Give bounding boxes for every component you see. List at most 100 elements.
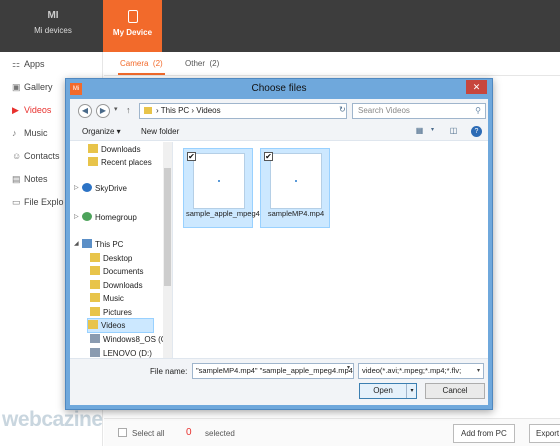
file-name: sampleMP4.mp4 [267,209,325,218]
address-bar[interactable]: › This PC › Videos [139,103,347,119]
command-bar: Organize ▾ New folder ▦ ▾ ◫ ? [70,123,488,141]
drive-icon [90,348,100,357]
tree-item-pictures[interactable]: Pictures [90,306,132,319]
tree-scrollbar[interactable] [163,142,172,358]
tree-item-skydrive[interactable]: SkyDrive [82,182,127,195]
nav-my-device[interactable]: My Device [103,0,162,52]
cloud-icon [82,183,92,192]
tab-label: Camera [120,59,149,68]
tree-item-windows8-os[interactable]: Windows8_OS (C [90,333,167,346]
bottom-action-bar: Select all 0 selected Add from PC Export [104,418,560,446]
open-button[interactable]: Open ▾ [359,383,417,399]
address-row: ◀ ▶ ▾ ↑ › This PC › Videos ↻ Search Vide… [70,99,488,123]
tree-item-desktop[interactable]: Desktop [90,252,132,265]
export-button[interactable]: Export [529,424,560,443]
search-placeholder: Search Videos [358,106,410,115]
mi-logo-icon: MI [47,10,59,21]
tree-item-label: Homegroup [95,213,137,222]
file-name-dropdown-icon[interactable]: ▾ [347,364,350,371]
expand-chevron-icon[interactable]: ▷ [74,184,79,191]
forward-arrow-icon[interactable]: ▶ [96,104,110,118]
choose-files-dialog: Mi Choose files ✕ ◀ ▶ ▾ ↑ › This PC › Vi… [65,78,493,410]
search-input[interactable]: Search Videos ⚲ [352,103,486,119]
sidebar-item-notes[interactable]: ▤ Notes [12,171,48,187]
open-split-chevron-icon[interactable]: ▾ [406,384,417,398]
top-bar: MI Mi devices My Device [0,0,560,52]
tab-other[interactable]: Other (2) [185,59,219,68]
sidebar-item-videos[interactable]: ▶ Videos [12,102,51,118]
view-dropdown-icon[interactable]: ▾ [427,126,438,136]
tab-camera[interactable]: Camera (2) [118,59,165,75]
recent-locations-chevron-icon[interactable]: ▾ [114,105,118,113]
select-all-checkbox[interactable] [118,428,127,437]
file-name-input[interactable]: "sampleMP4.mp4" "sample_apple_mpeg4.mp4" [192,363,354,379]
apps-icon: ⚏ [12,59,21,69]
tree-item-downloads-pc[interactable]: Downloads [90,279,143,292]
add-from-pc-button[interactable]: Add from PC [453,424,515,443]
dialog-title: Choose files [251,83,307,94]
up-arrow-icon[interactable]: ↑ [126,105,131,115]
new-folder-button[interactable]: New folder [141,127,179,136]
tree-item-label: Music [103,294,124,303]
sidebar-item-file-explorer[interactable]: ▭ File Explo [12,194,64,210]
folder-icon [88,157,98,166]
file-item[interactable]: ✔ sample_apple_mpeg4.mp4 [183,148,277,228]
tree-item-label: Videos [101,321,126,330]
file-checkbox[interactable]: ✔ [187,152,196,161]
file-item[interactable]: ✔ sampleMP4.mp4 [260,148,330,228]
tree-item-label: LENOVO (D:) [103,349,152,358]
nav-mi-devices-label: Mi devices [34,26,72,35]
nav-mi-devices[interactable]: MI Mi devices [24,0,82,52]
tree-item-downloads[interactable]: Downloads [88,143,141,156]
tree-item-label: Desktop [103,254,133,263]
organize-button[interactable]: Organize ▾ [82,127,121,136]
folder-icon [88,144,98,153]
file-name-label: File name: [150,367,188,376]
tree-scrollbar-thumb[interactable] [164,168,171,286]
expand-chevron-icon[interactable]: ▷ [74,213,79,220]
select-all-label[interactable]: Select all [132,429,164,438]
selected-label: selected [205,429,235,438]
view-options-icon[interactable]: ▦ [414,126,425,136]
cancel-button[interactable]: Cancel [425,383,485,399]
sidebar-item-label: File Explo [24,197,64,207]
tree-item-label: Windows8_OS (C [103,335,167,344]
tree-item-label: Documents [103,267,144,276]
tree-item-videos[interactable]: Videos [86,318,155,333]
close-icon[interactable]: ✕ [466,80,487,94]
navigation-tree: Downloads Recent places ▷ SkyDrive ▷ Hom… [70,142,173,358]
tree-item-documents[interactable]: Documents [90,265,143,278]
sidebar-item-label: Gallery [24,82,53,92]
back-arrow-icon[interactable]: ◀ [78,104,92,118]
music-icon: ♪ [12,128,17,138]
file-type-select[interactable]: video(*.avi;*.mpeg;*.mp4;*.flv; ▾ [358,363,484,379]
open-button-label: Open [373,386,393,395]
refresh-icon[interactable]: ↻ [339,105,346,114]
folder-icon [90,280,100,289]
sidebar-item-label: Notes [24,174,48,184]
video-file-thumbnail [270,153,322,209]
tab-count: (2) [209,59,220,68]
sidebar-item-music[interactable]: ♪ Music [12,125,48,141]
tree-item-homegroup[interactable]: Homegroup [82,211,137,224]
file-name: sample_apple_mpeg4.mp4 [186,209,277,218]
help-icon[interactable]: ? [471,126,482,137]
address-path: This PC › Videos [160,106,221,115]
tree-item-music[interactable]: Music [90,292,124,305]
sidebar-item-apps[interactable]: ⚏ Apps [12,56,45,72]
collapse-chevron-icon[interactable]: ◢ [74,240,79,247]
tree-item-this-pc[interactable]: This PC [82,238,123,251]
tree-item-lenovo[interactable]: LENOVO (D:) [90,347,152,358]
sidebar-item-gallery[interactable]: ▣ Gallery [12,79,53,95]
sidebar-item-label: Contacts [24,151,60,161]
tree-item-recent-places[interactable]: Recent places [88,156,152,169]
tab-count: (2) [152,59,163,68]
sidebar-item-contacts[interactable]: ☺ Contacts [12,148,60,164]
media-tabs: Camera (2) Other (2) [104,52,560,76]
file-explorer-icon: ▭ [12,197,21,207]
video-file-thumbnail [193,153,245,209]
dialog-body: ◀ ▶ ▾ ↑ › This PC › Videos ↻ Search Vide… [70,99,488,405]
tree-item-label: Downloads [101,145,141,154]
file-checkbox[interactable]: ✔ [264,152,273,161]
preview-pane-icon[interactable]: ◫ [448,126,459,136]
